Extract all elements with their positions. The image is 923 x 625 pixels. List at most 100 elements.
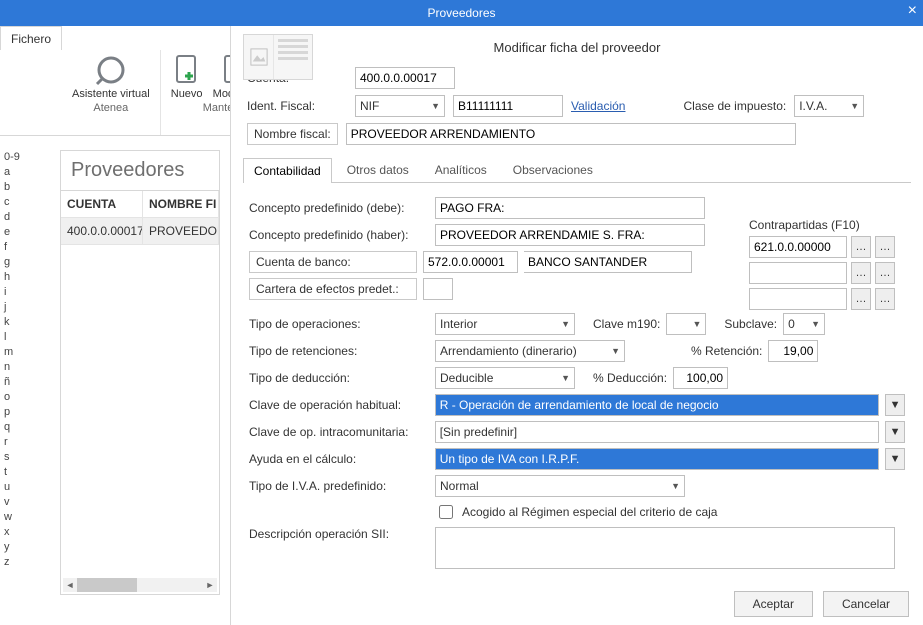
clave-op-habitual-select[interactable]: R - Operación de arrendamiento de local … — [435, 394, 879, 416]
scroll-thumb[interactable] — [77, 578, 137, 592]
alpha-c[interactable]: c — [4, 195, 32, 210]
tipo-iva-select[interactable]: Normal▼ — [435, 475, 685, 497]
alpha-o[interactable]: o — [4, 390, 32, 405]
contrapartida-input-2[interactable] — [749, 262, 847, 284]
asistente-virtual-button[interactable]: Asistente virtual — [72, 54, 150, 100]
alpha-j[interactable]: j — [4, 300, 32, 315]
ident-num-input[interactable] — [453, 95, 563, 117]
cuenta-banco-num-input[interactable] — [423, 251, 518, 273]
clave-op-habitual-drop[interactable]: ▼ — [885, 394, 905, 416]
label-concepto-debe: Concepto predefinido (debe): — [249, 201, 429, 215]
tipo-retenciones-select[interactable]: Arrendamiento (dinerario)▼ — [435, 340, 625, 362]
tab-contabilidad[interactable]: Contabilidad — [243, 158, 332, 183]
proveedor-form: Modificar ficha del proveedor Cuenta: Id… — [230, 26, 923, 625]
alpha-b[interactable]: b — [4, 180, 32, 195]
validacion-link[interactable]: Validación — [571, 99, 625, 113]
cartera-input[interactable] — [423, 278, 453, 300]
contrapartida-input-3[interactable] — [749, 288, 847, 310]
tab-otros-datos[interactable]: Otros datos — [336, 157, 420, 182]
chevron-down-icon: ▼ — [671, 481, 680, 491]
grid-row[interactable]: 400.0.0.00017 PROVEEDOR — [61, 218, 219, 245]
clave-m190-select[interactable]: ▼ — [666, 313, 706, 335]
alpha-ñ[interactable]: ñ — [4, 375, 32, 390]
close-icon[interactable]: × — [908, 2, 917, 20]
acogido-checkbox[interactable]: Acogido al Régimen especial del criterio… — [435, 502, 717, 522]
concepto-haber-input[interactable] — [435, 224, 705, 246]
alpha-q[interactable]: q — [4, 420, 32, 435]
alpha-x[interactable]: x — [4, 525, 32, 540]
label-cartera: Cartera de efectos predet.: — [249, 278, 417, 300]
ident-tipo-value: NIF — [360, 99, 379, 113]
alpha-0-9[interactable]: 0-9 — [4, 150, 32, 165]
contrapartida-extra-2[interactable]: … — [875, 262, 895, 284]
label-pct-retencion: % Retención: — [691, 344, 762, 358]
contrapartida-lookup-2[interactable]: … — [851, 262, 871, 284]
tab-analiticos[interactable]: Analíticos — [424, 157, 498, 182]
alpha-t[interactable]: t — [4, 465, 32, 480]
alpha-i[interactable]: i — [4, 285, 32, 300]
clase-impuesto-value: I.V.A. — [799, 99, 827, 113]
ayuda-calculo-value: Un tipo de IVA con I.R.P.F. — [440, 452, 580, 466]
contrapartida-input-1[interactable] — [749, 236, 847, 258]
alpha-w[interactable]: w — [4, 510, 32, 525]
aceptar-button[interactable]: Aceptar — [734, 591, 813, 617]
window-titlebar: Proveedores × — [0, 0, 923, 26]
grid-hscrollbar[interactable]: ◄ ► — [63, 578, 217, 592]
label-clave-op-ic: Clave de op. intracomunitaria: — [249, 425, 429, 439]
scroll-right-icon[interactable]: ► — [203, 578, 217, 592]
label-subclave: Subclave: — [724, 317, 777, 331]
tab-observaciones[interactable]: Observaciones — [502, 157, 604, 182]
tipo-deduccion-select[interactable]: Deducible▼ — [435, 367, 575, 389]
cuenta-input[interactable] — [355, 67, 455, 89]
alpha-a[interactable]: a — [4, 165, 32, 180]
image-placeholder[interactable] — [243, 34, 313, 80]
pct-retencion-input[interactable] — [768, 340, 818, 362]
alpha-l[interactable]: l — [4, 330, 32, 345]
contrapartida-extra-1[interactable]: … — [875, 236, 895, 258]
alpha-p[interactable]: p — [4, 405, 32, 420]
clave-op-habitual-value: R - Operación de arrendamiento de local … — [440, 398, 719, 412]
ayuda-calculo-select[interactable]: Un tipo de IVA con I.R.P.F. — [435, 448, 879, 470]
clave-op-ic-drop[interactable]: ▼ — [885, 421, 905, 443]
ribbon-tab-fichero[interactable]: Fichero — [0, 26, 62, 50]
grid-col-cuenta[interactable]: CUENTA — [61, 191, 143, 218]
grid-col-nombre[interactable]: NOMBRE FI — [143, 191, 219, 218]
alpha-k[interactable]: k — [4, 315, 32, 330]
clase-impuesto-select[interactable]: I.V.A. ▼ — [794, 95, 864, 117]
alpha-m[interactable]: m — [4, 345, 32, 360]
nuevo-button[interactable]: Nuevo — [171, 54, 203, 100]
alpha-r[interactable]: r — [4, 435, 32, 450]
alpha-s[interactable]: s — [4, 450, 32, 465]
contrapartida-extra-3[interactable]: … — [875, 288, 895, 310]
alpha-h[interactable]: h — [4, 270, 32, 285]
alpha-z[interactable]: z — [4, 555, 32, 570]
contrapartida-lookup-1[interactable]: … — [851, 236, 871, 258]
ident-tipo-select[interactable]: NIF▼ — [355, 95, 445, 117]
nuevo-label: Nuevo — [171, 88, 203, 100]
alpha-f[interactable]: f — [4, 240, 32, 255]
nombre-fiscal-input[interactable] — [346, 123, 796, 145]
alpha-v[interactable]: v — [4, 495, 32, 510]
subclave-select[interactable]: 0▼ — [783, 313, 825, 335]
alpha-e[interactable]: e — [4, 225, 32, 240]
alpha-d[interactable]: d — [4, 210, 32, 225]
tipo-operaciones-select[interactable]: Interior▼ — [435, 313, 575, 335]
acogido-checkbox-input[interactable] — [439, 505, 453, 519]
ayuda-calculo-drop[interactable]: ▼ — [885, 448, 905, 470]
concepto-debe-input[interactable] — [435, 197, 705, 219]
desc-sii-textarea[interactable] — [435, 527, 895, 569]
pct-deduccion-input[interactable] — [673, 367, 728, 389]
label-clave-m190: Clave m190: — [593, 317, 660, 331]
contrapartida-lookup-3[interactable]: … — [851, 288, 871, 310]
alpha-u[interactable]: u — [4, 480, 32, 495]
cuenta-banco-nom-input[interactable] — [524, 251, 692, 273]
clave-op-ic-select[interactable]: [Sin predefinir] — [435, 421, 879, 443]
proveedores-list-panel: Proveedores CUENTA NOMBRE FI 400.0.0.000… — [60, 150, 220, 595]
alpha-y[interactable]: y — [4, 540, 32, 555]
cancelar-button[interactable]: Cancelar — [823, 591, 909, 617]
scroll-left-icon[interactable]: ◄ — [63, 578, 77, 592]
alpha-n[interactable]: n — [4, 360, 32, 375]
alpha-g[interactable]: g — [4, 255, 32, 270]
label-tipo-operaciones: Tipo de operaciones: — [249, 317, 429, 331]
chevron-down-icon: ▼ — [850, 101, 859, 111]
